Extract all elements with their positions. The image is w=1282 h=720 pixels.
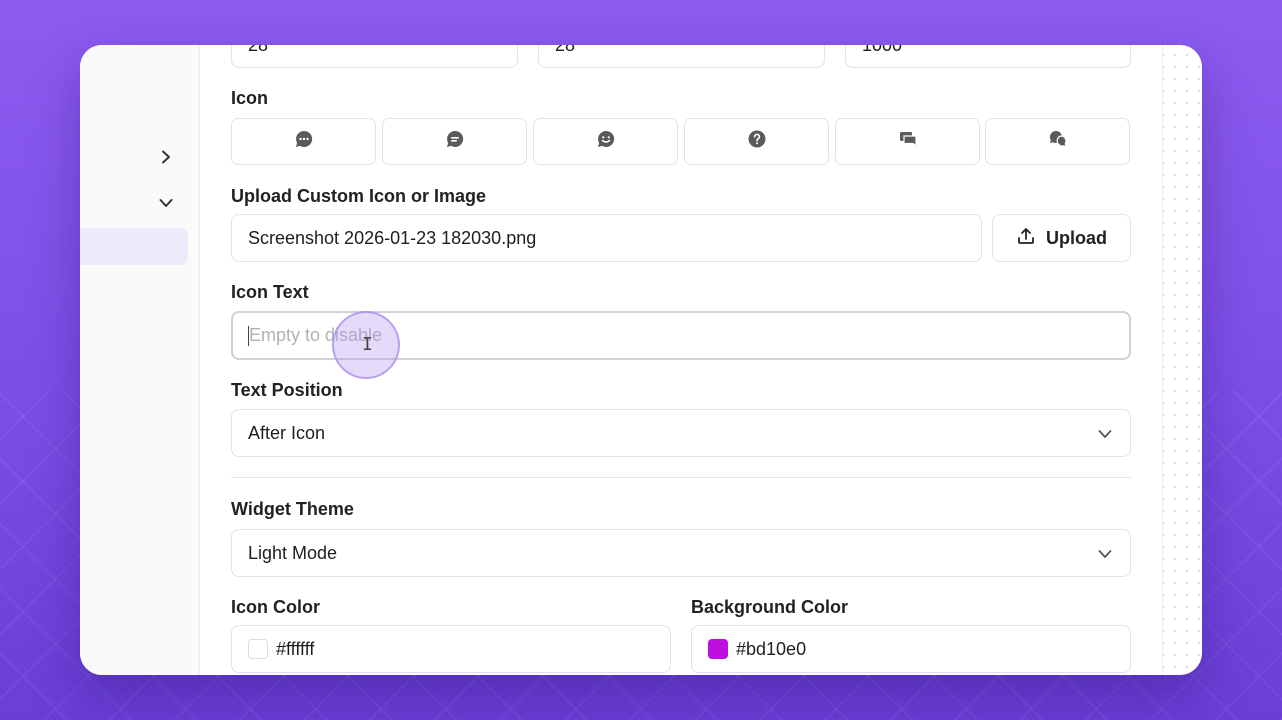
chevron-down-icon	[1098, 544, 1112, 565]
background-color-label: Background Color	[691, 597, 849, 617]
icon-color-value: #ffffff	[276, 638, 315, 659]
icon-label: Icon	[231, 88, 269, 108]
background-color-value: #bd10e0	[736, 638, 807, 659]
chat-stack-icon	[898, 129, 918, 154]
icon-option-chat-dots[interactable]	[231, 118, 376, 165]
icon-option-chat-lines[interactable]	[382, 118, 527, 165]
sidebar	[80, 45, 200, 675]
icon-option-chat-stack[interactable]	[835, 118, 980, 165]
chat-smile-icon	[596, 129, 616, 154]
text-position-value: After Icon	[248, 422, 326, 443]
widget-theme-select[interactable]: Light Mode	[231, 529, 1131, 577]
upload-filename-field[interactable]: Screenshot 2026-01-23 182030.png	[231, 214, 982, 262]
chat-dots-icon	[294, 129, 314, 154]
size-width-input[interactable]: 28	[231, 45, 518, 68]
icon-option-chat-smile[interactable]	[533, 118, 678, 165]
background-color-swatch[interactable]	[708, 639, 728, 659]
icon-option-chat-bubbles[interactable]	[985, 118, 1130, 165]
upload-icon	[1016, 226, 1036, 251]
background-color-input[interactable]: #bd10e0	[691, 625, 1131, 673]
app-window: 28 28 1000 Icon Upload Custom Icon or Im…	[80, 45, 1202, 675]
upload-button[interactable]: Upload	[992, 214, 1131, 262]
upload-label: Upload Custom Icon or Image	[231, 186, 487, 206]
chat-bubbles-icon	[1048, 129, 1068, 154]
help-circle-icon	[747, 129, 767, 154]
sidebar-item-active[interactable]	[80, 228, 188, 265]
canvas-preview-strip	[1162, 45, 1202, 675]
chevron-down-icon	[1098, 424, 1112, 445]
icon-color-label: Icon Color	[231, 597, 320, 617]
section-divider	[231, 477, 1131, 478]
icon-color-input[interactable]: #ffffff	[231, 625, 671, 673]
upload-button-label: Upload	[1046, 227, 1107, 248]
text-position-select[interactable]: After Icon	[231, 409, 1131, 457]
upload-filename: Screenshot 2026-01-23 182030.png	[248, 227, 537, 248]
widget-theme-value: Light Mode	[248, 542, 338, 563]
text-position-label: Text Position	[231, 380, 343, 400]
text-caret	[248, 326, 249, 346]
chat-lines-icon	[445, 129, 465, 154]
text-cursor-icon: I	[362, 334, 373, 355]
icon-option-help[interactable]	[684, 118, 829, 165]
chevron-down-icon[interactable]	[156, 193, 176, 213]
chevron-right-icon[interactable]	[156, 147, 176, 167]
size-height-input[interactable]: 28	[538, 45, 825, 68]
widget-theme-label: Widget Theme	[231, 499, 354, 519]
z-index-input[interactable]: 1000	[845, 45, 1131, 68]
icon-color-swatch[interactable]	[248, 639, 268, 659]
icon-text-label: Icon Text	[231, 282, 309, 302]
